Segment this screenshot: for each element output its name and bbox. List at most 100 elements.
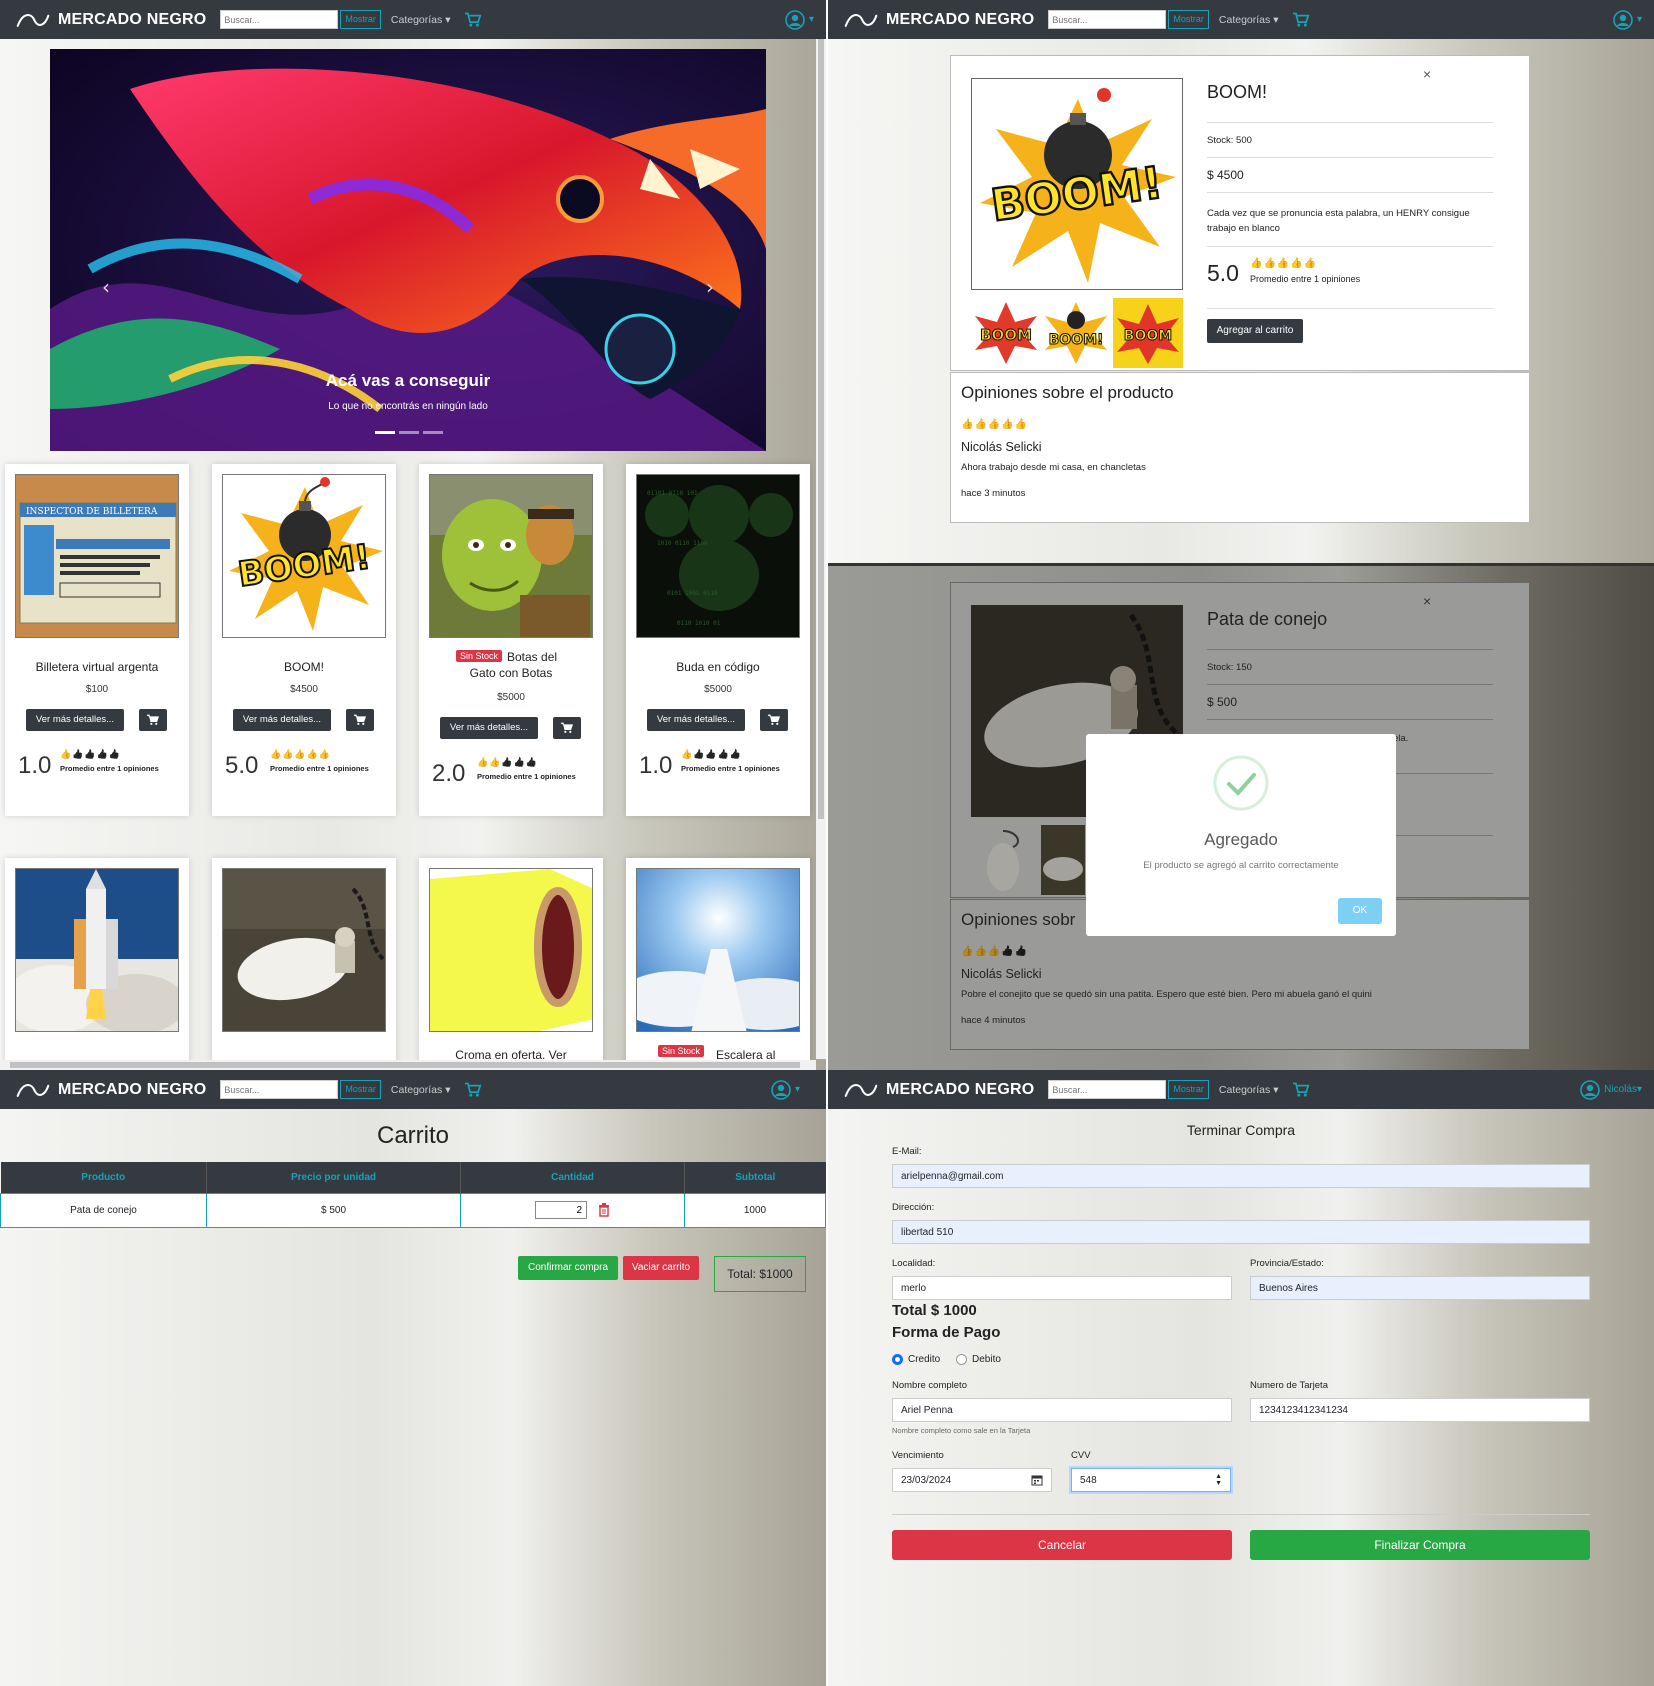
details-button[interactable]: Ver más detalles... — [647, 709, 745, 731]
trash-icon[interactable] — [598, 1202, 610, 1217]
product-price: $5000 — [497, 692, 525, 703]
thumbnail-image[interactable] — [973, 825, 1033, 895]
logo-icon[interactable] — [844, 10, 878, 30]
navbar: MERCADO NEGRO Mostrar Categorías ▾ ▾ — [0, 1070, 826, 1109]
brand-name[interactable]: MERCADO NEGRO — [58, 11, 206, 29]
scrollbar-thumb[interactable] — [10, 1062, 800, 1068]
confirm-purchase-button[interactable]: Confirmar compra — [518, 1256, 618, 1280]
product-image[interactable] — [429, 868, 593, 1032]
cart-icon[interactable] — [464, 1082, 482, 1098]
thumbnail-image[interactable]: BOOM — [1113, 298, 1183, 368]
calendar-icon[interactable] — [1031, 1474, 1043, 1486]
product-image[interactable]: BOOM! — [222, 474, 386, 638]
product-image[interactable] — [15, 868, 179, 1032]
carousel-indicator[interactable] — [423, 431, 443, 434]
review-thumbs-icon: 👍👍👍👍👍 — [961, 946, 1029, 957]
add-to-cart-button[interactable] — [553, 717, 581, 739]
close-icon[interactable]: × — [1423, 66, 1431, 82]
search-input[interactable] — [1048, 1080, 1167, 1099]
product-name[interactable]: Billetera virtual argenta — [5, 660, 189, 674]
cart-icon[interactable] — [1292, 1082, 1310, 1098]
radio-selected-icon[interactable] — [892, 1354, 903, 1365]
brand-name[interactable]: MERCADO NEGRO — [886, 11, 1034, 29]
details-button[interactable]: Ver más detalles... — [233, 709, 331, 731]
rating-thumbs-icon: 👍👍👍👍👍 — [270, 750, 332, 760]
search-input[interactable] — [220, 10, 339, 29]
details-button[interactable]: Ver más detalles... — [440, 717, 538, 739]
expiry-field[interactable]: 23/03/2024 — [892, 1468, 1052, 1492]
product-name[interactable]: BOOM! — [212, 660, 396, 674]
radio-unselected-icon[interactable] — [956, 1354, 967, 1365]
reviews-title: Opiniones sobre el producto — [961, 383, 1174, 402]
card-number-field[interactable]: 1234123412341234 — [1250, 1398, 1590, 1422]
horizontal-scrollbar[interactable] — [0, 1060, 816, 1070]
full-name-field[interactable]: Ariel Penna — [892, 1398, 1232, 1422]
alert-text: El producto se agregó al carrito correct… — [1143, 860, 1339, 871]
add-to-cart-button[interactable] — [760, 709, 788, 731]
add-to-cart-button[interactable] — [346, 709, 374, 731]
categories-dropdown[interactable]: Categorías ▾ — [391, 1084, 451, 1096]
product-name[interactable]: Botas del — [507, 650, 557, 664]
logo-icon[interactable] — [16, 1080, 50, 1100]
thumbnail-image[interactable] — [1041, 825, 1085, 895]
search-button[interactable]: Mostrar — [340, 10, 381, 29]
user-menu[interactable]: Nicolás ▾ — [1580, 1080, 1642, 1100]
categories-label: Categorías — [390, 1083, 443, 1096]
categories-dropdown[interactable]: Categorías ▾ — [1219, 1084, 1279, 1096]
user-menu[interactable]: ▾ — [1613, 10, 1642, 30]
user-menu[interactable]: ▾ — [771, 1080, 800, 1100]
details-button[interactable]: Ver más detalles... — [26, 709, 124, 731]
search-button[interactable]: Mostrar — [1168, 10, 1209, 29]
modal-backdrop[interactable]: × Pata de conejo Stock: 150 $ 500 ela. O… — [828, 566, 1654, 1070]
brand-name[interactable]: MERCADO NEGRO — [58, 1081, 206, 1099]
search-input[interactable] — [1048, 10, 1167, 29]
close-icon[interactable]: × — [1423, 593, 1431, 609]
user-menu[interactable]: ▾ — [785, 10, 814, 30]
page-title: Carrito — [376, 1122, 449, 1149]
payment-radio-credito[interactable]: Credito — [892, 1354, 940, 1365]
province-field[interactable]: Buenos Aires — [1250, 1276, 1590, 1300]
product-name[interactable]: Buda en código — [626, 660, 810, 674]
logo-icon[interactable] — [16, 10, 50, 30]
logo-icon[interactable] — [844, 1080, 878, 1100]
email-field[interactable]: arielpenna@gmail.com — [892, 1164, 1590, 1188]
product-name-line2[interactable]: Gato con Botas — [419, 666, 603, 680]
product-image[interactable]: 01101 0110 101 1010 0110 1100 0101 1001 01… — [636, 474, 800, 638]
add-to-cart-button[interactable]: Agregar al carrito — [1207, 319, 1303, 343]
payment-radio-debito[interactable]: Debito — [956, 1354, 1001, 1365]
address-field[interactable]: libertad 510 — [892, 1220, 1590, 1244]
add-to-cart-button[interactable] — [139, 709, 167, 731]
categories-dropdown[interactable]: Categorías ▾ — [1219, 14, 1279, 26]
scrollbar-thumb[interactable] — [818, 39, 824, 819]
product-image[interactable] — [429, 474, 593, 638]
thumbnail-image[interactable]: BOOM! — [1043, 298, 1109, 368]
brand-name[interactable]: MERCADO NEGRO — [886, 1081, 1034, 1099]
product-detail-modal: BOOM! BOOM BOOM! BOOM × BOOM! Stock: 500… — [950, 55, 1530, 371]
city-field[interactable]: merlo — [892, 1276, 1232, 1300]
product-image[interactable] — [636, 868, 800, 1032]
search-button[interactable]: Mostrar — [340, 1080, 381, 1099]
hero-carousel[interactable]: ‹ › Acá vas a conseguir Lo que no encont… — [50, 49, 766, 451]
categories-dropdown[interactable]: Categorías ▾ — [391, 14, 451, 26]
product-card: Sin Stock Escalera al — [626, 858, 810, 1070]
empty-cart-button[interactable]: Vaciar carrito — [623, 1256, 699, 1280]
search-input[interactable] — [220, 1080, 339, 1099]
stepper-icon[interactable]: ▲ ▼ — [1215, 1473, 1222, 1487]
divider — [1207, 192, 1493, 193]
product-image[interactable]: INSPECTOR DE BILLETERA — [15, 474, 179, 638]
search-button[interactable]: Mostrar — [1168, 1080, 1209, 1099]
product-image[interactable] — [222, 868, 386, 1032]
carousel-indicator[interactable] — [375, 431, 395, 434]
carousel-indicator[interactable] — [399, 431, 419, 434]
thumbnail-image[interactable]: BOOM — [973, 298, 1039, 368]
carousel-indicators[interactable] — [375, 431, 443, 434]
cart-icon[interactable] — [464, 12, 482, 28]
cancel-button[interactable]: Cancelar — [892, 1530, 1232, 1560]
quantity-input[interactable] — [535, 1201, 588, 1219]
vertical-scrollbar[interactable] — [816, 39, 826, 1059]
carousel-caption-text: Lo que no encontrás en ningún lado — [328, 401, 488, 412]
cvv-field[interactable]: 548 ▲ ▼ — [1071, 1468, 1231, 1492]
finish-purchase-button[interactable]: Finalizar Compra — [1250, 1530, 1590, 1560]
cart-icon[interactable] — [1292, 12, 1310, 28]
ok-button[interactable]: OK — [1338, 898, 1382, 924]
